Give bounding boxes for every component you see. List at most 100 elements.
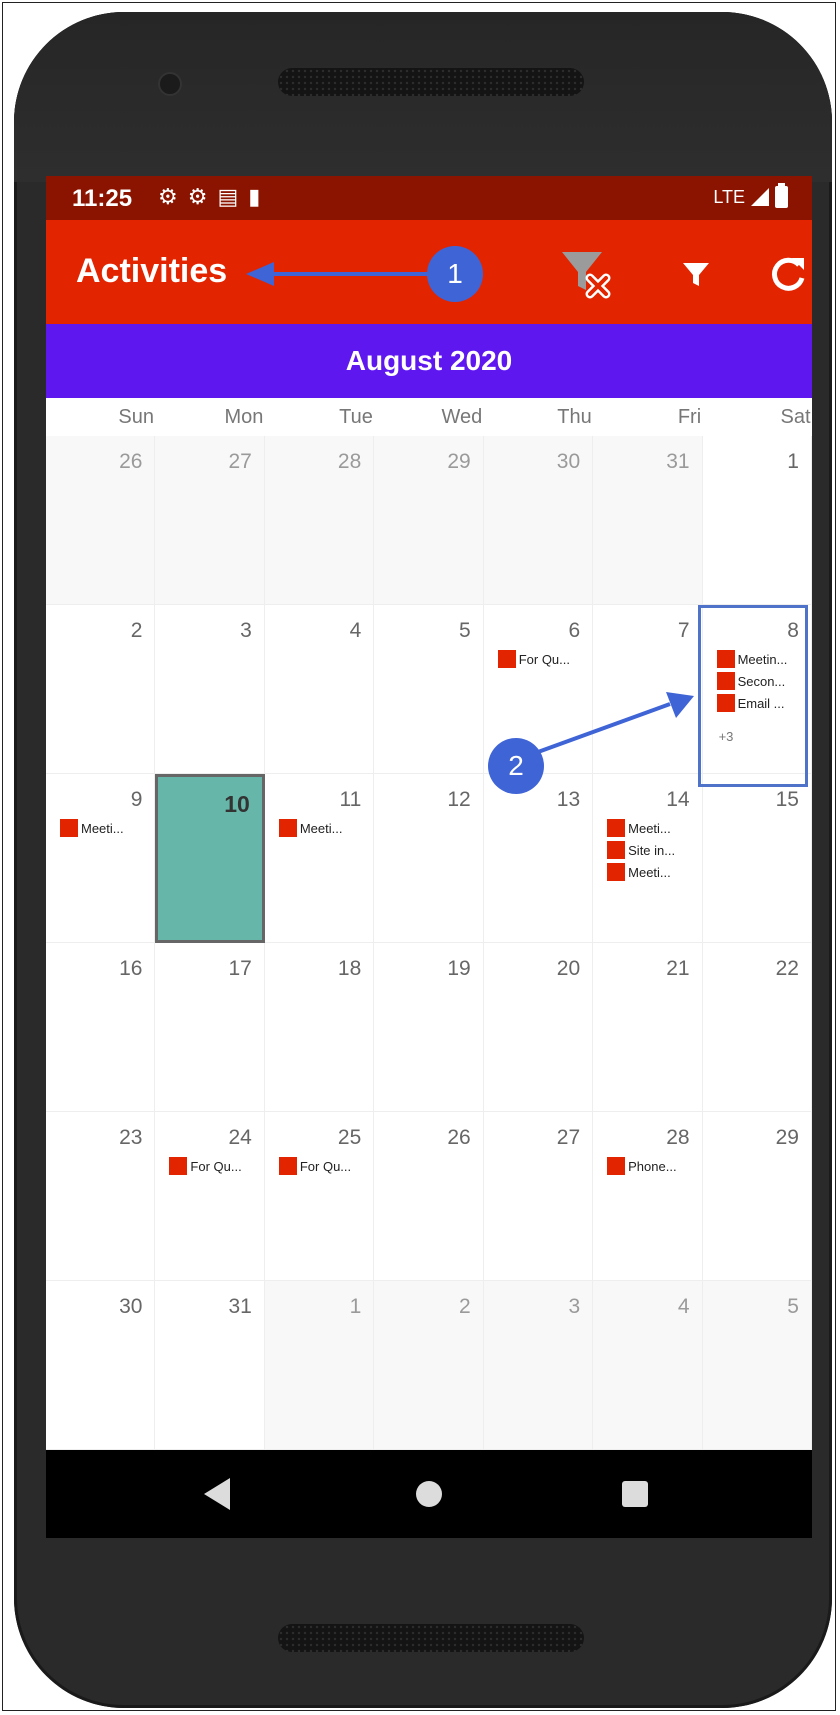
day-cell[interactable]: 4	[593, 1281, 703, 1450]
event-chip[interactable]: Meeti...	[60, 818, 124, 838]
event-title: Meeti...	[628, 820, 671, 836]
day-cell[interactable]: 5	[374, 605, 484, 774]
day-cell[interactable]: 26	[46, 436, 156, 605]
event-chip[interactable]: Meeti...	[607, 862, 671, 882]
day-number: 9	[130, 788, 143, 811]
home-icon[interactable]	[416, 1481, 442, 1507]
annotation-arrow-1-line	[262, 272, 438, 276]
day-cell[interactable]: 26	[374, 1112, 484, 1281]
day-cell[interactable]: 28 Phone...	[593, 1112, 703, 1281]
day-cell[interactable]: 14 Meeti... Site in... Meeti...	[593, 774, 703, 943]
day-number: 11	[339, 788, 362, 811]
day-cell[interactable]: 2	[46, 605, 156, 774]
day-cell[interactable]: 30	[46, 1281, 156, 1450]
day-number: 1	[349, 1295, 362, 1318]
day-cell[interactable]: 21	[593, 943, 703, 1112]
day-cell[interactable]: 31	[593, 436, 703, 605]
event-color-swatch	[607, 1157, 626, 1175]
day-cell[interactable]: 19	[374, 943, 484, 1112]
day-number: 1	[787, 450, 799, 473]
network-type: LTE	[713, 186, 745, 207]
phone-bezel-top	[14, 12, 832, 182]
refresh-button[interactable]	[758, 244, 812, 304]
event-chip[interactable]: For Qu...	[497, 649, 570, 669]
filter-icon	[683, 263, 709, 286]
day-cell[interactable]: 18	[264, 943, 375, 1112]
day-cell[interactable]: 16	[46, 943, 156, 1112]
day-cell[interactable]: 13	[483, 774, 594, 943]
day-cell[interactable]: 2	[374, 1281, 484, 1450]
event-title: For Qu...	[299, 1158, 352, 1174]
back-icon[interactable]	[204, 1478, 230, 1510]
event-color-swatch	[278, 819, 297, 837]
day-number: 27	[556, 1126, 581, 1149]
day-cell[interactable]: 11 Meeti...	[264, 774, 375, 943]
annotation-marker-1: 1	[427, 246, 483, 302]
day-cell[interactable]: 1	[264, 1281, 375, 1450]
event-chip[interactable]: Phone...	[607, 1156, 677, 1176]
day-cell[interactable]: 5	[702, 1281, 812, 1450]
event-chip[interactable]: For Qu...	[169, 1156, 242, 1176]
day-cell[interactable]: 22	[702, 943, 812, 1112]
status-notification-icons: ⚙⚙▤▮	[158, 184, 270, 210]
day-cell-selected[interactable]: 10	[155, 774, 265, 943]
day-number: 18	[337, 957, 362, 980]
recent-apps-icon[interactable]	[622, 1481, 648, 1507]
day-cell[interactable]: 25 For Qu...	[264, 1112, 375, 1281]
card-icon: ▤	[217, 184, 249, 209]
filter-button[interactable]	[666, 244, 726, 304]
day-number: 13	[556, 788, 581, 811]
day-cell[interactable]: 15	[702, 774, 812, 943]
weekday-label: Fri	[677, 406, 702, 428]
clear-filter-button[interactable]	[556, 244, 616, 304]
sd-card-icon: ▮	[248, 184, 271, 209]
day-cell[interactable]: 27	[155, 436, 265, 605]
day-cell[interactable]: 28	[264, 436, 375, 605]
event-chip[interactable]: Site in...	[607, 840, 675, 860]
day-cell[interactable]: 30	[483, 436, 594, 605]
clear-filter-icon	[562, 252, 611, 299]
weekday-header: Sun Mon Tue Wed Thu Fri Sat	[46, 398, 812, 436]
day-cell[interactable]: 31	[155, 1281, 265, 1450]
day-cell[interactable]: 29	[374, 436, 484, 605]
day-cell[interactable]: 12	[374, 774, 484, 943]
weekday-label: Tue	[339, 406, 373, 428]
day-number: 19	[447, 957, 471, 980]
bottom-speaker	[278, 1624, 584, 1652]
day-number: 30	[119, 1295, 143, 1318]
day-cell[interactable]: 4	[264, 605, 375, 774]
event-chip[interactable]: Meeti...	[607, 818, 671, 838]
day-cell[interactable]: 29	[702, 1112, 812, 1281]
day-cell[interactable]: 3	[483, 1281, 594, 1450]
day-cell[interactable]: 27	[483, 1112, 594, 1281]
signal-icon	[751, 188, 769, 206]
day-number: 31	[228, 1295, 252, 1318]
event-chip[interactable]: Meeti...	[278, 818, 342, 838]
gear-icon: ⚙	[187, 184, 218, 209]
android-nav-bar	[46, 1450, 812, 1538]
day-number: 10	[224, 791, 250, 817]
month-label: August 2020	[345, 345, 513, 376]
day-cell[interactable]: 23	[46, 1112, 156, 1281]
annotation-arrow-2	[537, 692, 694, 754]
day-cell[interactable]: 17	[155, 943, 265, 1112]
month-header: August 2020	[46, 324, 812, 398]
calendar-grid: 26 27 28 29 30 31 1 2 3 4 5 6 For Qu... 7 8 Meetin... Se…	[46, 436, 812, 1450]
day-cell[interactable]: 24 For Qu...	[155, 1112, 265, 1281]
day-cell[interactable]: 3	[155, 605, 265, 774]
event-color-swatch	[278, 1157, 297, 1175]
event-chip[interactable]: For Qu...	[278, 1156, 352, 1176]
battery-icon	[775, 183, 788, 208]
front-camera	[158, 72, 182, 96]
day-number: 2	[130, 619, 143, 642]
day-cell[interactable]: 20	[483, 943, 594, 1112]
status-time: 11:25	[72, 185, 133, 212]
event-color-swatch	[607, 863, 626, 881]
day-number: 28	[666, 1126, 690, 1149]
day-number: 30	[556, 450, 581, 473]
phone-screen: 11:25 ⚙⚙▤▮ LTE Activities August 2020 Su…	[46, 176, 812, 1538]
event-title: Phone...	[628, 1158, 677, 1174]
day-cell[interactable]: 9 Meeti...	[46, 774, 156, 943]
day-cell[interactable]: 1	[702, 436, 812, 605]
annotation-highlight-box	[698, 605, 808, 787]
